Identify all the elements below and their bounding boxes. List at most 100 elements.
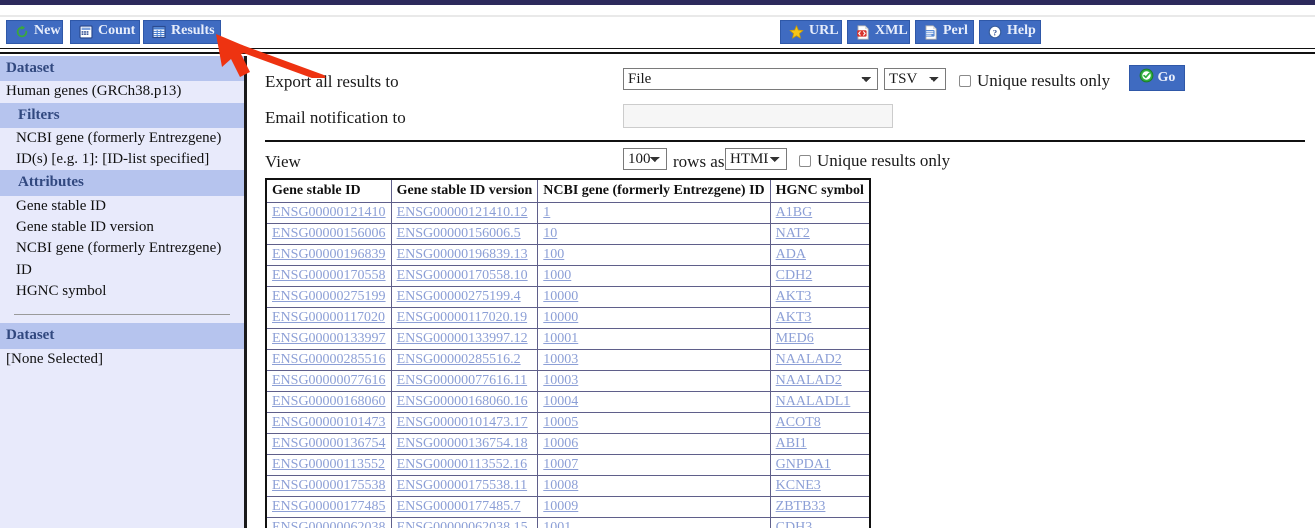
view-format-select[interactable]: HTML: [725, 148, 787, 170]
table-cell-link[interactable]: ABI1: [776, 436, 807, 451]
table-cell-link[interactable]: ENSG00000062038.15: [397, 520, 528, 528]
view-unique-checkbox[interactable]: [799, 155, 811, 167]
table-cell-link[interactable]: 10003: [543, 373, 578, 388]
table-cell-link[interactable]: ENSG00000156006.5: [397, 226, 521, 241]
table-cell-link[interactable]: ENSG00000101473.17: [397, 415, 528, 430]
export-format-select[interactable]: TSV: [884, 68, 946, 90]
table-cell-link[interactable]: 10009: [543, 499, 578, 514]
table-cell: KCNE3: [769, 475, 871, 497]
table-cell-link[interactable]: ENSG00000136754.18: [397, 436, 528, 451]
table-cell-link[interactable]: CDH2: [776, 268, 813, 283]
table-cell-link[interactable]: ENSG00000285516: [272, 352, 386, 367]
table-cell-link[interactable]: NAT2: [776, 226, 810, 241]
xml-button[interactable]: XML: [847, 20, 910, 44]
table-cell-link[interactable]: NAALAD2: [776, 373, 842, 388]
sidebar-attribute-item[interactable]: NCBI gene (formerly Entrezgene): [0, 238, 244, 259]
sidebar-attribute-item[interactable]: ID: [0, 260, 244, 281]
perl-button[interactable]: Perl: [915, 20, 974, 44]
table-cell-link[interactable]: AKT3: [776, 310, 812, 325]
table-cell-link[interactable]: 10008: [543, 478, 578, 493]
table-cell-link[interactable]: 10005: [543, 415, 578, 430]
sidebar-filters-header: Filters: [0, 102, 244, 128]
table-cell-link[interactable]: NAALAD2: [776, 352, 842, 367]
table-cell-link[interactable]: ZBTB33: [776, 499, 826, 514]
table-cell-link[interactable]: ENSG00000175538.11: [397, 478, 528, 493]
table-cell-link[interactable]: ENSG00000113552: [272, 457, 385, 472]
table-cell-link[interactable]: 10007: [543, 457, 578, 472]
table-cell-link[interactable]: ENSG00000156006: [272, 226, 386, 241]
table-cell: ENSG00000196839.13: [390, 244, 539, 266]
table-cell-link[interactable]: ENSG00000196839.13: [397, 247, 528, 262]
table-cell-link[interactable]: ENSG00000101473: [272, 415, 386, 430]
help-button[interactable]: ? Help: [979, 20, 1041, 44]
go-button[interactable]: Go: [1129, 65, 1185, 91]
table-cell-link[interactable]: ENSG00000133997: [272, 331, 386, 346]
table-cell-link[interactable]: ENSG00000275199: [272, 289, 386, 304]
table-cell-link[interactable]: ENSG00000117020.19: [397, 310, 528, 325]
table-cell-link[interactable]: AKT3: [776, 289, 812, 304]
sidebar-attribute-item[interactable]: Gene stable ID: [0, 196, 244, 217]
table-cell-link[interactable]: ENSG00000168060: [272, 394, 386, 409]
table-cell-link[interactable]: ENSG00000175538: [272, 478, 386, 493]
table-cell-link[interactable]: 10000: [543, 310, 578, 325]
table-cell-link[interactable]: ENSG00000077616.11: [397, 373, 528, 388]
table-cell-link[interactable]: ENSG00000113552.16: [397, 457, 528, 472]
count-button[interactable]: Count: [70, 20, 140, 44]
table-cell-link[interactable]: CDH3: [776, 520, 813, 528]
table-cell-link[interactable]: KCNE3: [776, 478, 821, 493]
sidebar-attribute-item[interactable]: Gene stable ID version: [0, 217, 244, 238]
table-cell-link[interactable]: ENSG00000168060.16: [397, 394, 528, 409]
sidebar-filter-item[interactable]: NCBI gene (formerly Entrezgene): [0, 128, 244, 149]
email-input[interactable]: [623, 104, 893, 128]
table-cell-link[interactable]: ENSG00000117020: [272, 310, 385, 325]
export-destination-select[interactable]: File: [623, 68, 878, 90]
table-cell-link[interactable]: 1001: [543, 520, 571, 528]
table-cell: NAALADL1: [769, 391, 871, 413]
table-cell-link[interactable]: 10: [543, 226, 557, 241]
sidebar-filter-item[interactable]: ID(s) [e.g. 1]: [ID-list specified]: [0, 149, 244, 170]
table-cell: ENSG00000275199.4: [390, 286, 539, 308]
table-cell-link[interactable]: ENSG00000062038: [272, 520, 386, 528]
table-cell: ENSG00000275199: [265, 286, 392, 308]
table-cell-link[interactable]: A1BG: [776, 205, 813, 220]
table-cell-link[interactable]: 10004: [543, 394, 578, 409]
table-cell-link[interactable]: 100: [543, 247, 564, 262]
table-cell-link[interactable]: 1000: [543, 268, 571, 283]
table-cell-link[interactable]: 10001: [543, 331, 578, 346]
export-unique-checkbox[interactable]: [959, 75, 971, 87]
table-cell-link[interactable]: 1: [543, 205, 550, 220]
table-cell-link[interactable]: ENSG00000285516.2: [397, 352, 521, 367]
table-cell-link[interactable]: ADA: [776, 247, 806, 262]
table-cell-link[interactable]: ENSG00000177485: [272, 499, 386, 514]
sidebar-dataset2-value[interactable]: [None Selected]: [0, 349, 244, 370]
table-cell-link[interactable]: ENSG00000121410: [272, 205, 386, 220]
results-button[interactable]: Results: [143, 20, 221, 44]
column-header-hgnc-symbol: HGNC symbol: [769, 178, 871, 203]
table-cell-link[interactable]: 10000: [543, 289, 578, 304]
sidebar-attribute-item[interactable]: HGNC symbol: [0, 281, 244, 302]
table-cell-link[interactable]: ENSG00000133997.12: [397, 331, 528, 346]
main-panel: Export all results to File TSV Unique re…: [250, 56, 1315, 528]
new-button[interactable]: New: [6, 20, 63, 44]
sidebar-dataset-value[interactable]: Human genes (GRCh38.p13): [0, 81, 244, 102]
toolbar-divider-top: [0, 48, 1315, 49]
view-rows-select[interactable]: 100: [623, 148, 667, 170]
table-cell-link[interactable]: ENSG00000177485.7: [397, 499, 521, 514]
table-cell-link[interactable]: ENSG00000170558.10: [397, 268, 528, 283]
table-cell-link[interactable]: ENSG00000077616: [272, 373, 386, 388]
calculator-icon: [79, 25, 93, 39]
table-row: ENSG00000101473 ENSG00000101473.17 10005 AC…: [265, 412, 871, 434]
table-cell-link[interactable]: ENSG00000121410.12: [397, 205, 528, 220]
url-button[interactable]: URL: [780, 20, 842, 44]
table-cell-link[interactable]: ENSG00000275199.4: [397, 289, 521, 304]
table-cell-link[interactable]: 10003: [543, 352, 578, 367]
table-cell-link[interactable]: ENSG00000170558: [272, 268, 386, 283]
table-header-row: Gene stable ID Gene stable ID version NC…: [265, 178, 871, 203]
table-cell-link[interactable]: GNPDA1: [776, 457, 831, 472]
table-cell-link[interactable]: ENSG00000196839: [272, 247, 386, 262]
table-cell-link[interactable]: 10006: [543, 436, 578, 451]
table-cell-link[interactable]: ACOT8: [776, 415, 821, 430]
table-cell-link[interactable]: NAALADL1: [776, 394, 851, 409]
table-cell-link[interactable]: MED6: [776, 331, 814, 346]
table-cell-link[interactable]: ENSG00000136754: [272, 436, 386, 451]
